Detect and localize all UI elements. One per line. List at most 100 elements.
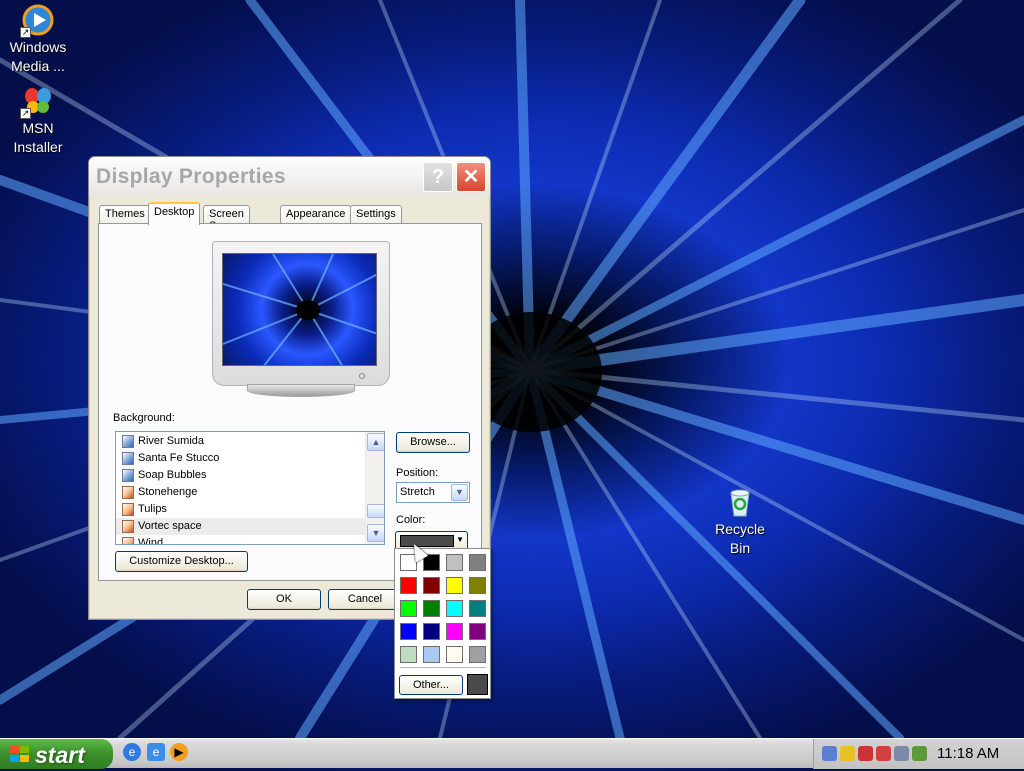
color-label: Color:: [396, 514, 426, 526]
desktop-icon-label: Windows: [9, 39, 67, 55]
list-item[interactable]: Soap Bubbles: [116, 467, 366, 484]
popup-divider: [400, 667, 486, 668]
windows-logo-icon: [10, 746, 29, 762]
window-title: Display Properties: [96, 165, 286, 188]
html-file-icon: [122, 503, 134, 516]
list-item-label: Wind: [138, 537, 164, 545]
color-swatch[interactable]: [469, 554, 486, 571]
list-item-label: River Sumida: [138, 435, 205, 447]
color-swatch[interactable]: [400, 600, 417, 617]
html-file-icon: [122, 486, 134, 499]
clock: 11:18 AM: [937, 745, 1000, 762]
position-value: Stretch: [400, 486, 435, 498]
shortcut-arrow-icon: ↗: [20, 27, 31, 38]
cancel-button[interactable]: Cancel: [328, 589, 402, 610]
monitor-stand: [247, 384, 355, 397]
internet-explorer-icon[interactable]: e: [123, 743, 141, 761]
power-button-icon: [359, 373, 365, 379]
color-swatch[interactable]: [423, 623, 440, 640]
desktop-icon-windows-media[interactable]: ↗ Windows Media ...: [0, 4, 78, 76]
desktop-icon-label: MSN: [22, 120, 54, 136]
background-list-scrollbar[interactable]: ▲ ▼: [365, 432, 384, 544]
color-swatch[interactable]: [446, 577, 463, 594]
list-item[interactable]: Santa Fe Stucco: [116, 450, 366, 467]
color-swatch[interactable]: [446, 554, 463, 571]
list-item[interactable]: Vortec space: [116, 518, 366, 535]
system-tray: 11:18 AM: [813, 739, 1024, 769]
start-button[interactable]: start: [0, 739, 113, 769]
ok-button[interactable]: OK: [247, 589, 321, 610]
security-shield-icon[interactable]: [840, 746, 855, 761]
list-item-label: Tulips: [138, 503, 167, 515]
color-swatch[interactable]: [400, 623, 417, 640]
wallpaper-preview: [222, 253, 377, 366]
tab-desktop[interactable]: Desktop: [148, 202, 201, 225]
background-list-items: River Sumida Santa Fe Stucco Soap Bubbles S…: [116, 433, 366, 545]
tab-appearance[interactable]: Appearance: [280, 205, 352, 224]
other-color-button[interactable]: Other...: [399, 675, 463, 695]
help-icon: ?: [431, 166, 445, 188]
color-swatch[interactable]: [469, 577, 486, 594]
close-button[interactable]: ✕: [456, 162, 486, 192]
image-file-icon: [122, 435, 134, 448]
color-palette-popup: Other...: [394, 548, 491, 699]
custom-color-swatch[interactable]: [467, 674, 488, 695]
scroll-up-button[interactable]: ▲: [367, 433, 384, 451]
outlook-express-icon[interactable]: e: [147, 743, 165, 761]
color-swatch[interactable]: [400, 577, 417, 594]
antivirus-icon[interactable]: [858, 746, 873, 761]
tab-themes[interactable]: Themes: [99, 205, 151, 224]
alert-shield-icon[interactable]: [876, 746, 891, 761]
color-swatch[interactable]: [446, 623, 463, 640]
desktop-icon-recycle-bin[interactable]: Recycle Bin: [700, 486, 780, 558]
list-item[interactable]: River Sumida: [116, 433, 366, 450]
browse-button[interactable]: Browse...: [396, 432, 470, 453]
position-label: Position:: [396, 467, 439, 479]
media-player-quicklaunch-icon[interactable]: ▶: [170, 743, 188, 761]
chevron-up-icon: ▲: [371, 437, 381, 447]
customize-desktop-button[interactable]: Customize Desktop...: [115, 551, 248, 572]
list-item-label: Vortec space: [138, 520, 202, 532]
color-swatch[interactable]: [423, 646, 440, 663]
scroll-thumb[interactable]: [367, 504, 384, 518]
color-swatch[interactable]: [446, 600, 463, 617]
color-swatch[interactable]: [469, 646, 486, 663]
msn-butterfly-icon: ↗: [20, 85, 54, 119]
image-file-icon: [122, 469, 134, 482]
desktop-icon-msn-installer[interactable]: ↗ MSN Installer: [0, 85, 78, 157]
list-item[interactable]: Stonehenge: [116, 484, 366, 501]
close-icon: ✕: [462, 166, 480, 188]
display-monitor-icon[interactable]: [894, 746, 909, 761]
background-list[interactable]: River Sumida Santa Fe Stucco Soap Bubbles S…: [115, 431, 385, 545]
color-swatch[interactable]: [423, 577, 440, 594]
color-swatch[interactable]: [423, 600, 440, 617]
scroll-down-button[interactable]: ▼: [367, 524, 384, 542]
position-select[interactable]: Stretch ▼: [396, 482, 470, 503]
color-swatch[interactable]: [400, 646, 417, 663]
desktop-icon-label: Installer: [13, 139, 63, 155]
start-label: start: [35, 742, 85, 768]
color-swatch[interactable]: [469, 600, 486, 617]
desktop-icon-label: Media ...: [11, 58, 65, 74]
monitor-bezel: [212, 241, 390, 386]
tab-settings[interactable]: Settings: [350, 205, 402, 224]
monitor-preview: [212, 241, 390, 397]
tab-screen-saver[interactable]: Screen Saver: [203, 205, 250, 232]
color-swatch[interactable]: [446, 646, 463, 663]
list-item[interactable]: Wind: [116, 535, 366, 545]
help-button[interactable]: ?: [423, 162, 453, 192]
recycle-bin-icon: [724, 486, 756, 518]
list-item-label: Santa Fe Stucco: [138, 452, 220, 464]
network-icon[interactable]: [822, 746, 837, 761]
title-bar[interactable]: Display Properties ? ✕: [89, 157, 490, 197]
chevron-down-icon: ▼: [456, 535, 464, 544]
background-label: Background:: [113, 412, 175, 424]
color-swatch[interactable]: [469, 623, 486, 640]
taskbar: start e e ▶ 11:18 AM: [0, 738, 1024, 769]
list-item[interactable]: Tulips: [116, 501, 366, 518]
html-file-icon: [122, 537, 134, 544]
image-file-icon: [122, 452, 134, 465]
current-color-swatch: [400, 535, 454, 547]
volume-icon[interactable]: [912, 746, 927, 761]
chevron-down-icon: ▼: [371, 528, 381, 538]
